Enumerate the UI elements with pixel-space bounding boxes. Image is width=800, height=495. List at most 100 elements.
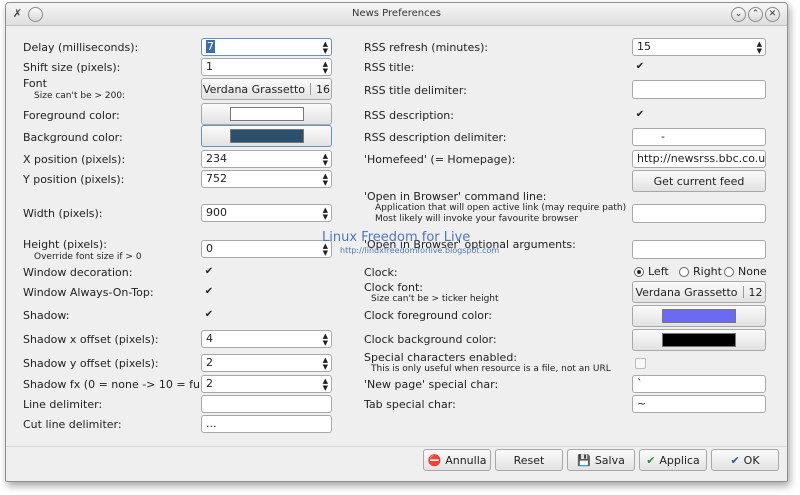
clock-bg-color-button[interactable] [632, 329, 766, 351]
clock-none-radio[interactable] [724, 267, 734, 277]
ypos-spinbox[interactable]: 752 ▲ ▼ [201, 170, 332, 188]
rss-title-label: RSS title: [364, 61, 415, 74]
minimize-button[interactable]: ⌄ [731, 7, 746, 22]
font-size: 16 [316, 82, 331, 96]
clock-fg-label: Clock foreground color: [364, 309, 493, 322]
rss-title-delim-label: RSS title delimiter: [364, 84, 467, 97]
clock-bg-color-swatch [662, 333, 736, 347]
fg-color-swatch [229, 107, 304, 121]
clock-font-chooser-button[interactable]: Verdana Grassetto 12 [632, 281, 766, 303]
clock-font-name: Verdana Grassetto [635, 285, 738, 299]
line-delim-input[interactable] [201, 395, 332, 413]
decoration-label: Window decoration: [23, 266, 133, 279]
clock-bg-label: Clock background color: [364, 333, 497, 346]
rss-refresh-spinbox[interactable]: 15 ▲ ▼ [632, 38, 766, 56]
clock-right-radio[interactable] [679, 267, 689, 277]
shadow-y-spinbox[interactable]: 2 ▲ ▼ [201, 354, 332, 372]
maximize-button[interactable]: ⌃ [748, 7, 763, 22]
shadow-fx-spinbox[interactable]: 2 ▲ ▼ [201, 375, 332, 393]
spin-arrows-icon[interactable]: ▲ ▼ [757, 39, 762, 55]
delay-spinbox[interactable]: 7 ▲ ▼ [201, 38, 332, 56]
bg-color-label: Background color: [23, 131, 123, 144]
new-page-char-input[interactable]: ` [632, 375, 766, 393]
shadow-x-label: Shadow x offset (pixels): [23, 333, 159, 346]
ypos-value: 752 [206, 172, 227, 185]
shadow-label: Shadow: [23, 309, 70, 322]
shadow-x-spinbox[interactable]: 4 ▲ ▼ [201, 330, 332, 348]
rss-refresh-label: RSS refresh (minutes): [364, 41, 489, 54]
always-on-top-checkbox[interactable]: ✔ [203, 286, 215, 298]
spin-arrows-icon[interactable]: ▲ ▼ [323, 59, 328, 75]
shadow-fx-label: Shadow fx (0 = none -> 10 = full): [23, 378, 215, 391]
spin-arrows-icon[interactable]: ▲ ▼ [323, 171, 328, 187]
close-button[interactable]: ✕ [765, 7, 780, 22]
open-args-input[interactable] [632, 240, 766, 259]
xpos-spinbox[interactable]: 234 ▲ ▼ [201, 150, 332, 168]
shadow-y-label: Shadow y offset (pixels): [23, 357, 159, 370]
rss-title-delim-input[interactable] [632, 80, 766, 99]
height-note: Override font size if > 0 [34, 252, 142, 262]
window-title: News Preferences [351, 8, 441, 19]
shift-spinbox[interactable]: 1 ▲ ▼ [201, 58, 332, 76]
shadow-y-value: 2 [206, 356, 213, 369]
bg-color-button[interactable] [201, 125, 332, 147]
open-cmd-input[interactable] [632, 204, 766, 223]
ok-check-icon: ✔ [730, 453, 740, 467]
spin-arrows-icon[interactable]: ▲ ▼ [323, 205, 328, 221]
height-spinbox[interactable]: 0 ▲ ▼ [201, 240, 332, 258]
title-bar[interactable]: ✗ News Preferences ⌄ ⌃ ✕ [6, 3, 787, 26]
width-value: 900 [206, 206, 227, 219]
ok-button[interactable]: ✔ OK [711, 449, 779, 471]
homefeed-input[interactable]: http://newsrss.bbc.co.uk/rs [632, 150, 766, 168]
spin-arrows-icon[interactable]: ▲ ▼ [323, 376, 328, 392]
fg-color-label: Foreground color: [23, 109, 120, 122]
save-label: Salva [594, 453, 625, 467]
checkmark-icon: ✔ [646, 453, 656, 467]
clock-left-radio[interactable] [634, 267, 644, 277]
rss-desc-checkbox[interactable]: ✔ [634, 109, 646, 121]
open-cmd-note-2: Most likely will invoke your favourite b… [375, 214, 578, 224]
clock-fg-color-button[interactable] [632, 305, 766, 327]
homefeed-label: 'Homefeed' (= Homepage): [364, 153, 516, 166]
clock-label: Clock: [364, 266, 398, 279]
tab-char-label: Tab special char: [364, 398, 456, 411]
font-size-note: Size can't be > 200: [34, 91, 126, 101]
fg-color-button[interactable] [201, 103, 332, 125]
rss-desc-delim-input[interactable]: - [632, 128, 766, 146]
cancel-label: Annulla [445, 453, 487, 467]
cut-line-delim-input[interactable]: ... [201, 415, 332, 433]
get-current-feed-button[interactable]: Get current feed [632, 170, 766, 192]
apply-button[interactable]: ✔ Applica [639, 449, 707, 471]
tab-char-input[interactable]: ~ [632, 395, 766, 413]
font-label: Font [23, 77, 47, 90]
height-label: Height (pixels): [23, 238, 107, 251]
height-value: 0 [206, 242, 213, 255]
rss-desc-label: RSS description: [364, 109, 454, 122]
delay-value: 7 [206, 40, 215, 53]
cancel-button[interactable]: ⛔ Annulla [423, 449, 491, 471]
shadow-checkbox[interactable]: ✔ [203, 309, 215, 321]
floppy-icon: 💾 [577, 453, 591, 467]
xpos-label: X position (pixels): [23, 153, 126, 166]
apply-label: Applica [659, 453, 700, 467]
spin-arrows-icon[interactable]: ▲ ▼ [323, 331, 328, 347]
spin-arrows-icon[interactable]: ▲ ▼ [323, 151, 328, 167]
delay-label: Delay (milliseconds): [23, 41, 139, 54]
watermark-url: http://linuxfreedomforlive.blogspot.com [340, 246, 500, 255]
preferences-window: ✗ News Preferences ⌄ ⌃ ✕ Delay (millisec… [5, 2, 788, 482]
spin-arrows-icon[interactable]: ▲ ▼ [323, 39, 328, 55]
shift-value: 1 [206, 60, 213, 73]
width-spinbox[interactable]: 900 ▲ ▼ [201, 204, 332, 222]
watermark-title: Linux Freedom for Live [322, 230, 471, 245]
special-chars-checkbox[interactable] [635, 358, 646, 369]
rss-title-checkbox[interactable]: ✔ [634, 61, 646, 73]
ok-label: OK [743, 453, 760, 467]
save-button[interactable]: 💾 Salva [567, 449, 635, 471]
spin-arrows-icon[interactable]: ▲ ▼ [323, 355, 328, 371]
rss-desc-delim-label: RSS description delimiter: [364, 131, 507, 144]
font-chooser-button[interactable]: Verdana Grassetto 16 [201, 78, 332, 100]
reset-button[interactable]: Reset [495, 449, 563, 471]
clock-left-label: Left [648, 265, 669, 278]
decoration-checkbox[interactable]: ✔ [203, 266, 215, 278]
shift-label: Shift size (pixels): [23, 61, 121, 74]
